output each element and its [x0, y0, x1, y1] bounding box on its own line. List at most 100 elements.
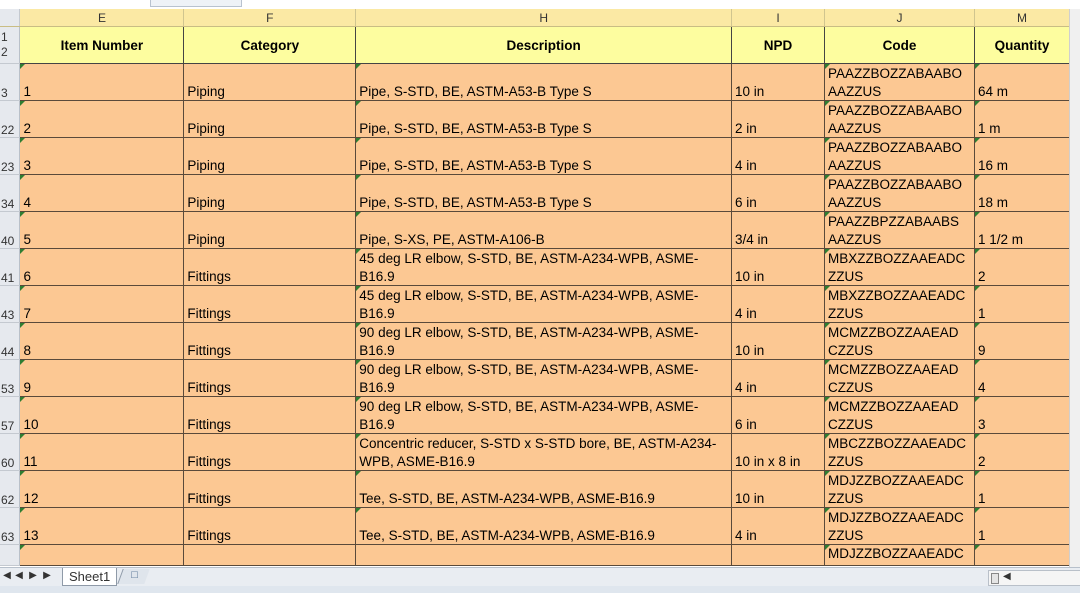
cell-npd[interactable]: 10 in [731, 322, 825, 360]
horizontal-scroll-thumb[interactable] [991, 573, 999, 584]
last-sheet-icon[interactable]: ▶ [42, 570, 52, 581]
cell-description[interactable]: Tee, S-STD, BE, ASTM-A234-WPB, ASME-B16.… [355, 507, 733, 545]
row-header[interactable]: 22 [0, 100, 21, 138]
cell-code[interactable]: MDJZZBOZZAAEADC ZZUS [824, 470, 975, 508]
cell-item-number[interactable]: 10 [19, 396, 185, 434]
cell-code[interactable]: MCMZZBOZZAAEAD CZZUS [824, 396, 975, 434]
cell-code[interactable]: PAAZZBOZZABAABO AAZZUS [824, 63, 975, 101]
cell-category[interactable]: Fittings [183, 248, 357, 286]
cell[interactable] [974, 544, 1070, 566]
scroll-left-icon[interactable]: ◀ [1003, 571, 1011, 582]
cell-category[interactable]: Piping [183, 137, 357, 175]
cell-code[interactable]: MBCZZBOZZAAEADC ZZUS [824, 433, 975, 471]
cell-npd[interactable]: 4 in [731, 285, 825, 323]
cell-npd[interactable]: 4 in [731, 507, 825, 545]
cell-npd[interactable]: 2 in [731, 100, 825, 138]
next-sheet-icon[interactable]: ▶ [28, 570, 38, 581]
cell-quantity[interactable]: 1 [974, 285, 1070, 323]
cell-quantity[interactable]: 3 [974, 396, 1070, 434]
cell-item-number[interactable]: 12 [19, 470, 185, 508]
cell-npd[interactable]: 10 in x 8 in [731, 433, 825, 471]
prev-sheet-icon[interactable]: ◀ [14, 570, 24, 581]
cell-description[interactable]: 45 deg LR elbow, S-STD, BE, ASTM-A234-WP… [355, 285, 733, 323]
row-header[interactable] [0, 544, 21, 566]
row-header[interactable]: 63 [0, 507, 21, 545]
cell-code[interactable]: MBXZZBOZZAAEADC ZZUS [824, 285, 975, 323]
column-header-e[interactable]: E [19, 9, 185, 27]
cell[interactable] [19, 544, 185, 566]
header-npd[interactable]: NPD [731, 26, 825, 64]
row-header[interactable]: 60 [0, 433, 21, 471]
cell-npd[interactable]: 4 in [731, 359, 825, 397]
select-all-corner[interactable] [0, 9, 21, 27]
cell-code[interactable]: PAAZZBOZZABAABO AAZZUS [824, 174, 975, 212]
cell-quantity[interactable]: 64 m [974, 63, 1070, 101]
header-code[interactable]: Code [824, 26, 975, 64]
insert-sheet-button[interactable]: □ [117, 569, 150, 584]
row-header[interactable]: 41 [0, 248, 21, 286]
header-quantity[interactable]: Quantity [974, 26, 1070, 64]
header-category[interactable]: Category [183, 26, 357, 64]
cell-code[interactable]: MCMZZBOZZAAEAD CZZUS [824, 322, 975, 360]
cell-npd[interactable]: 10 in [731, 63, 825, 101]
cell-npd[interactable]: 10 in [731, 248, 825, 286]
horizontal-scrollbar[interactable]: ◀ [988, 570, 1080, 586]
cell-category[interactable]: Piping [183, 63, 357, 101]
sheet-tab-sheet1[interactable]: Sheet1 [62, 568, 118, 586]
cell-category[interactable]: Fittings [183, 396, 357, 434]
row-header[interactable]: 3 [0, 63, 21, 101]
cell-category[interactable]: Piping [183, 211, 357, 249]
row-header[interactable]: 44 [0, 322, 21, 360]
cell-category[interactable]: Fittings [183, 470, 357, 508]
cell-code[interactable]: MBXZZBOZZAAEADC ZZUS [824, 248, 975, 286]
row-header[interactable]: 34 [0, 174, 21, 212]
cell-code[interactable]: PAAZZBOZZABAABO AAZZUS [824, 137, 975, 175]
cell-item-number[interactable]: 5 [19, 211, 185, 249]
cell-code[interactable]: MDJZZBOZZAAEADC [824, 544, 975, 566]
cell-quantity[interactable]: 1 [974, 507, 1070, 545]
cell-npd[interactable]: 3/4 in [731, 211, 825, 249]
cell-quantity[interactable]: 16 m [974, 137, 1070, 175]
cell-item-number[interactable]: 11 [19, 433, 185, 471]
row-header[interactable]: 40 [0, 211, 21, 249]
cell-item-number[interactable]: 8 [19, 322, 185, 360]
cell-description[interactable]: 90 deg LR elbow, S-STD, BE, ASTM-A234-WP… [355, 322, 733, 360]
first-sheet-icon[interactable]: ◀ [2, 570, 12, 581]
spreadsheet-grid[interactable]: E F H I J M 12 Item Number Category Desc… [0, 9, 1080, 567]
row-header[interactable]: 62 [0, 470, 21, 508]
cell-description[interactable]: 90 deg LR elbow, S-STD, BE, ASTM-A234-WP… [355, 359, 733, 397]
cell[interactable] [355, 544, 733, 566]
cell-item-number[interactable]: 9 [19, 359, 185, 397]
cell-item-number[interactable]: 3 [19, 137, 185, 175]
cell-item-number[interactable]: 13 [19, 507, 185, 545]
cell-quantity[interactable]: 9 [974, 322, 1070, 360]
cell-quantity[interactable]: 1 m [974, 100, 1070, 138]
column-header-f[interactable]: F [183, 9, 357, 27]
column-header-j[interactable]: J [824, 9, 975, 27]
column-header-i[interactable]: I [731, 9, 825, 27]
cell-category[interactable]: Fittings [183, 507, 357, 545]
cell-item-number[interactable]: 1 [19, 63, 185, 101]
header-description[interactable]: Description [355, 26, 733, 64]
cell-category[interactable]: Piping [183, 174, 357, 212]
cell-item-number[interactable]: 6 [19, 248, 185, 286]
cell-quantity[interactable]: 1 1/2 m [974, 211, 1070, 249]
cell-npd[interactable]: 6 in [731, 174, 825, 212]
cell-npd[interactable]: 10 in [731, 470, 825, 508]
cell-description[interactable]: Pipe, S-STD, BE, ASTM-A53-B Type S [355, 63, 733, 101]
cell[interactable] [731, 544, 825, 566]
cell-quantity[interactable]: 2 [974, 433, 1070, 471]
cell-item-number[interactable]: 2 [19, 100, 185, 138]
cell[interactable] [183, 544, 357, 566]
column-header-m[interactable]: M [974, 9, 1070, 27]
cell-npd[interactable]: 4 in [731, 137, 825, 175]
cell-description[interactable]: Pipe, S-STD, BE, ASTM-A53-B Type S [355, 174, 733, 212]
cell-item-number[interactable]: 7 [19, 285, 185, 323]
cell-description[interactable]: Pipe, S-STD, BE, ASTM-A53-B Type S [355, 100, 733, 138]
cell-code[interactable]: PAAZZBOZZABAABO AAZZUS [824, 100, 975, 138]
row-header[interactable]: 43 [0, 285, 21, 323]
cell-description[interactable]: Tee, S-STD, BE, ASTM-A234-WPB, ASME-B16.… [355, 470, 733, 508]
cell-description[interactable]: Pipe, S-XS, PE, ASTM-A106-B [355, 211, 733, 249]
cell-npd[interactable]: 6 in [731, 396, 825, 434]
cell-category[interactable]: Piping [183, 100, 357, 138]
